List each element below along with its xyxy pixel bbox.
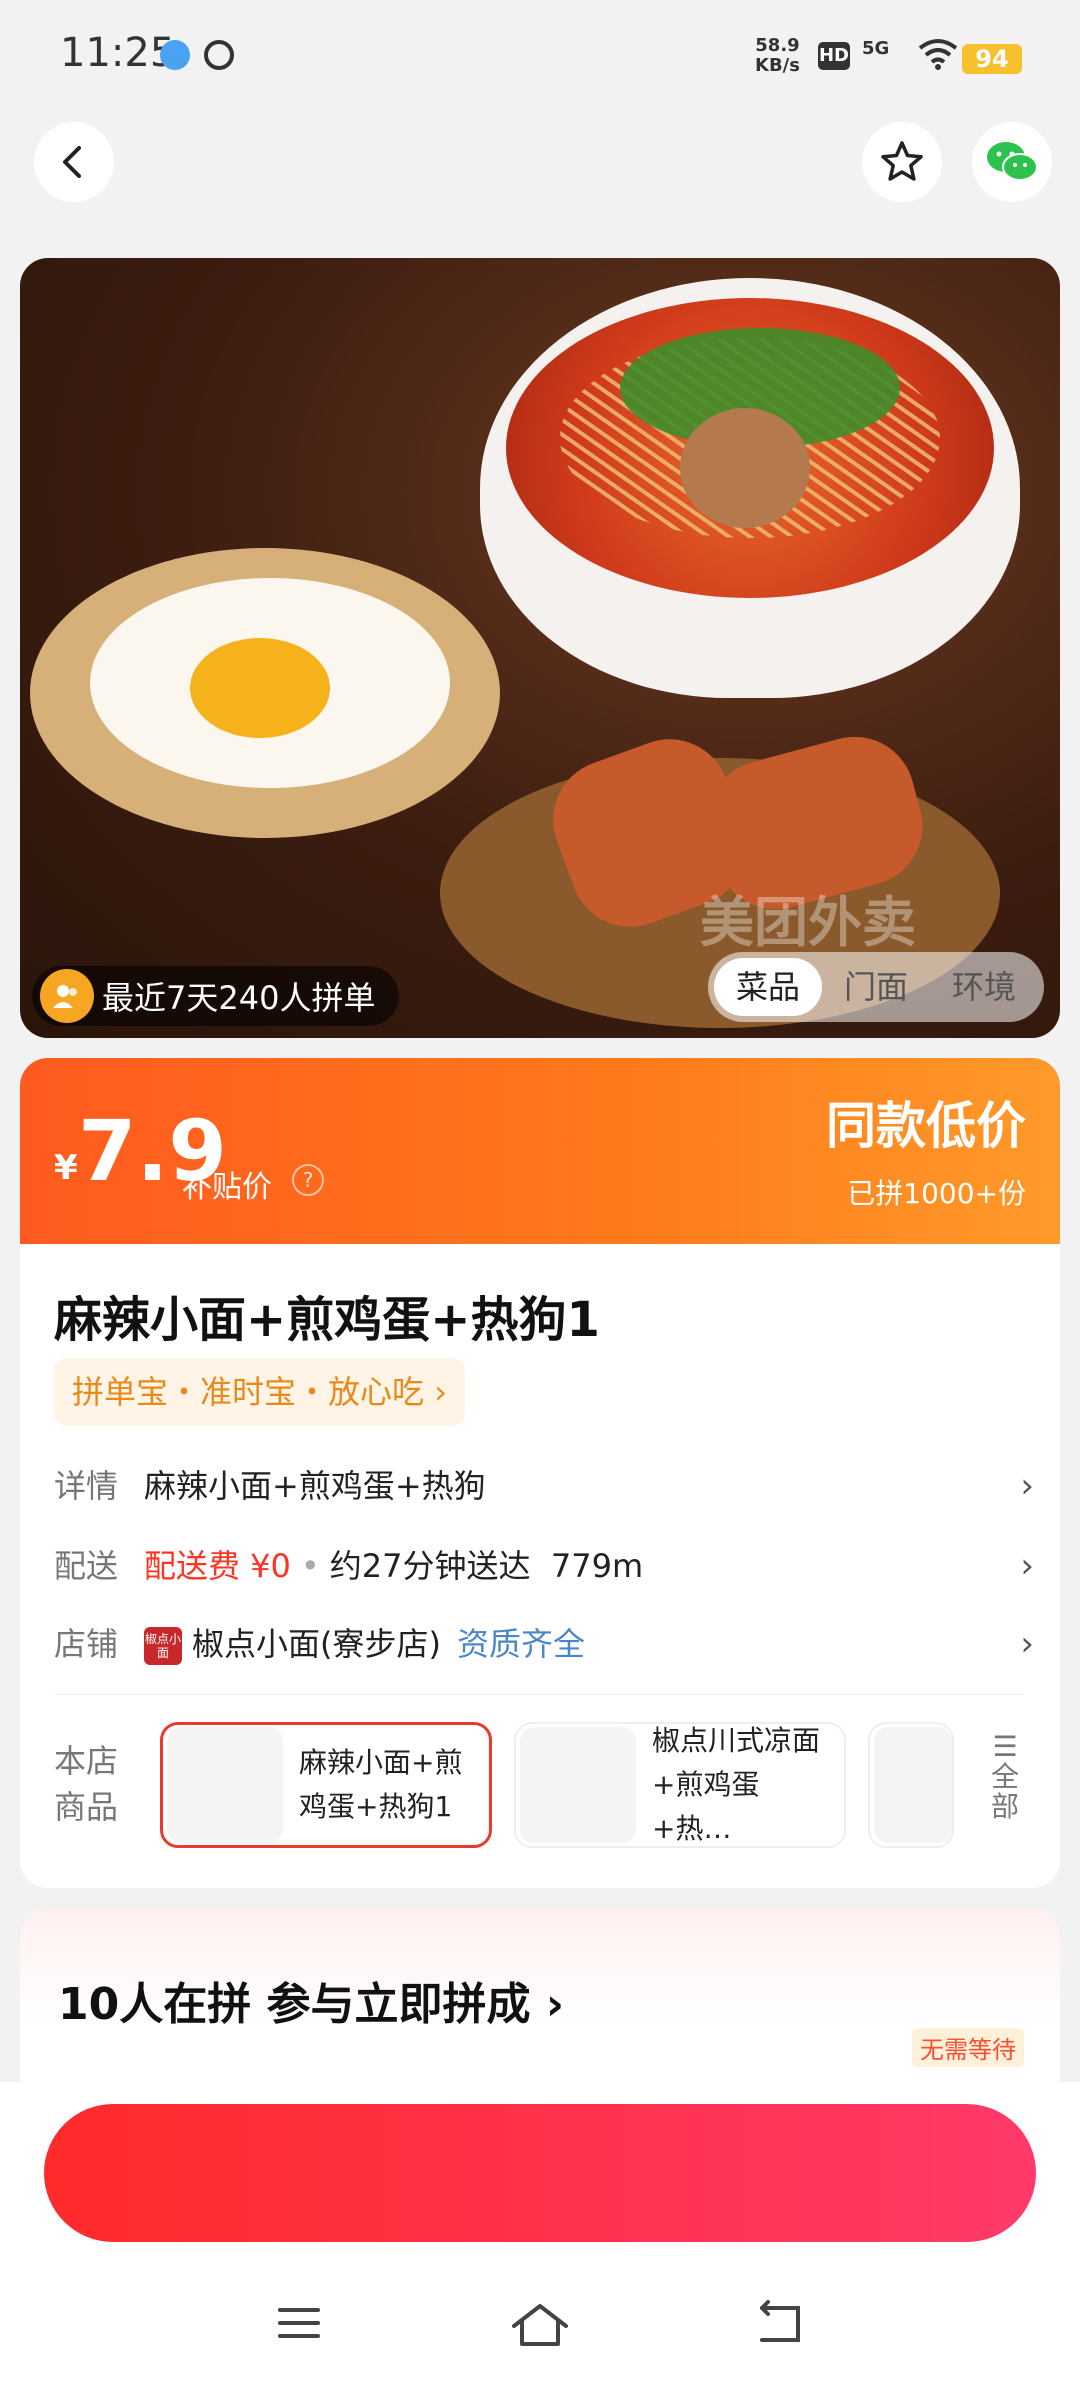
- chevron-right-icon: ›: [545, 1979, 565, 2030]
- back-arrow-icon: [63, 146, 81, 178]
- store-item-name: 麻辣小面+煎鸡蛋+热狗1: [299, 1746, 463, 1823]
- share-wechat-button[interactable]: [972, 122, 1052, 202]
- wifi-icon: [918, 39, 958, 70]
- detail-value: 麻辣小面+煎鸡蛋+热狗: [144, 1467, 486, 1505]
- status-app-icons: [160, 40, 234, 70]
- wechat-icon: [987, 142, 1038, 181]
- sold-count: 已拼1000+份: [847, 1177, 1026, 1210]
- product-card: ¥ 7.9 补贴价 ? 同款低价 已拼1000+份 麻辣小面+煎鸡蛋+热狗1 拼…: [20, 1058, 1060, 1888]
- group-buy-title: 10人在拼 参与立即拼成 ›: [58, 1968, 564, 2032]
- shop-logo: 椒点小面: [144, 1627, 182, 1665]
- detail-label: 详情: [54, 1467, 119, 1505]
- detail-row[interactable]: 详情 麻辣小面+煎鸡蛋+热狗 ›: [54, 1456, 1034, 1516]
- app-icon: [204, 40, 234, 70]
- tab-environment[interactable]: 环境: [930, 958, 1038, 1016]
- chevron-right-icon: ›: [1020, 1546, 1034, 1586]
- store-item-thumbnail: [874, 1727, 952, 1843]
- store-items-label: 本店商品: [54, 1742, 119, 1826]
- chevron-right-icon: ›: [1020, 1624, 1034, 1664]
- back-button[interactable]: [34, 122, 114, 202]
- product-hero-image[interactable]: 美团外卖: [20, 258, 1060, 1038]
- star-icon: [881, 141, 923, 181]
- group-buy-card[interactable]: 10人在拼 参与立即拼成 › 无需等待: [20, 1908, 1060, 2108]
- compass-icon: [160, 40, 190, 70]
- status-time: 11:25: [60, 30, 176, 76]
- delivery-distance: 779m: [550, 1547, 644, 1585]
- help-icon[interactable]: ?: [292, 1164, 324, 1196]
- shop-certification[interactable]: 资质齐全: [457, 1625, 585, 1663]
- join-group-button[interactable]: [44, 2104, 1036, 2242]
- store-item-card[interactable]: 麻辣小面+煎鸡蛋+热狗1: [160, 1722, 492, 1848]
- image-tabs: 菜品 门面 环境: [708, 952, 1044, 1022]
- back-nav-icon[interactable]: [754, 2300, 804, 2346]
- divider: [54, 1694, 1024, 1695]
- peanuts-graphic: [680, 408, 810, 528]
- egg-yolk-graphic: [190, 638, 330, 738]
- shop-name: 椒点小面(寮步店): [192, 1625, 441, 1663]
- delivery-label: 配送: [54, 1547, 119, 1585]
- delivery-row[interactable]: 配送 配送费 ¥0 • 约27分钟送达 779m ›: [54, 1536, 1034, 1596]
- all-items-label: 全部: [990, 1760, 1019, 1823]
- signal-label: 5G: [862, 38, 890, 59]
- guarantee-tags[interactable]: 拼单宝・准时宝・放心吃 ›: [54, 1358, 465, 1426]
- hd-badge: HD: [818, 42, 850, 70]
- menu-icon[interactable]: [276, 2300, 322, 2346]
- net-speed-unit: KB/s: [755, 55, 800, 76]
- tab-storefront[interactable]: 门面: [822, 958, 930, 1016]
- home-icon[interactable]: [510, 2300, 570, 2350]
- chevron-right-icon: ›: [434, 1373, 447, 1411]
- shop-row[interactable]: 店铺 椒点小面 椒点小面(寮步店) 资质齐全 ›: [54, 1614, 1034, 1674]
- same-low-price-badge: 同款低价: [826, 1097, 1026, 1155]
- store-item-thumbnail: [520, 1727, 636, 1843]
- battery-indicator: 94: [962, 44, 1022, 74]
- chevron-right-icon: ›: [1020, 1466, 1034, 1506]
- separator-dot: •: [300, 1547, 320, 1585]
- all-items-button[interactable]: ☰ 全部: [980, 1732, 1030, 1822]
- price-currency: ¥: [54, 1148, 78, 1188]
- recent-buyers-text: 最近7天240人拼单: [102, 979, 376, 1017]
- watermark-text: 美团外卖: [700, 891, 916, 954]
- price-banner: ¥ 7.9 补贴价 ? 同款低价 已拼1000+份: [20, 1058, 1060, 1244]
- no-wait-badge: 无需等待: [912, 2028, 1024, 2067]
- people-icon: [40, 969, 94, 1023]
- store-item-name: 椒点川式凉面+煎鸡蛋+热…: [652, 1724, 821, 1845]
- guarantee-tags-text: 拼单宝・准时宝・放心吃: [72, 1373, 425, 1411]
- store-item-card[interactable]: [868, 1722, 954, 1848]
- group-buy-title-text: 10人在拼 参与立即拼成: [58, 1979, 531, 2030]
- product-title: 麻辣小面+煎鸡蛋+热狗1: [54, 1292, 600, 1348]
- store-item-thumbnail: [167, 1727, 283, 1843]
- tab-dishes[interactable]: 菜品: [714, 958, 822, 1016]
- list-icon: ☰: [992, 1730, 1018, 1763]
- net-speed-value: 58.9: [755, 35, 800, 56]
- recent-buyers-pill: 最近7天240人拼单: [32, 966, 400, 1026]
- delivery-fee: 配送费 ¥0: [144, 1547, 291, 1585]
- favorite-button[interactable]: [862, 122, 942, 202]
- store-item-card[interactable]: 椒点川式凉面+煎鸡蛋+热…: [514, 1722, 846, 1848]
- status-bar: 11:25 58.9 KB/s HD 5G 94: [0, 0, 1080, 110]
- net-speed: 58.9 KB/s: [755, 36, 800, 76]
- delivery-time: 约27分钟送达: [329, 1547, 531, 1585]
- shop-label: 店铺: [54, 1625, 119, 1663]
- price-label: 补贴价: [182, 1170, 272, 1205]
